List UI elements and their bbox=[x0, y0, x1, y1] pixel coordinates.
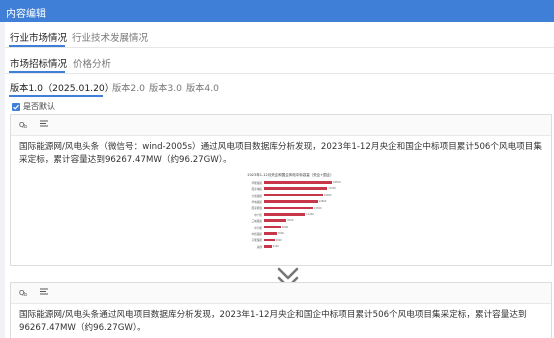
editor-original-text: 国际能源网/风电头条（微信号：wind-2005s）通过风电项目数据库分析发现，… bbox=[19, 142, 542, 165]
chart-value-label: 13300 bbox=[313, 206, 322, 210]
editor-rewritten[interactable]: Qb 国际能源网/风电头条通过风电项目数据库分析发现，2023年1-12月央企和… bbox=[10, 282, 552, 338]
chart-value-label: 6100 bbox=[287, 219, 294, 223]
chart-bar bbox=[264, 219, 287, 222]
chart-bar bbox=[264, 206, 313, 210]
chart-bar bbox=[264, 245, 272, 248]
chart-category-label: 其他 bbox=[256, 245, 262, 249]
chart-category-label: 中核集团 bbox=[251, 232, 262, 236]
chart-value-label: 14600 bbox=[318, 200, 327, 204]
tab-industry-tech[interactable]: 行业技术发展情况 bbox=[72, 30, 148, 44]
chart-category-label: 国家电投 bbox=[251, 188, 262, 192]
tab-industry-market[interactable]: 行业市场情况 bbox=[10, 30, 67, 44]
format-icon[interactable]: Qb bbox=[19, 287, 29, 299]
chart-bar bbox=[264, 187, 328, 190]
format-icon[interactable]: Qb bbox=[19, 119, 29, 131]
window-title: 内容编辑 bbox=[6, 9, 46, 20]
version-2[interactable]: 版本2.0 bbox=[112, 80, 145, 94]
chart-category-label: 中广核 bbox=[254, 213, 262, 217]
chart-bar bbox=[264, 213, 306, 216]
editor-toolbar-2: Qb bbox=[11, 283, 551, 304]
chart-category-label: 国家能源 bbox=[251, 207, 262, 211]
editor-rewritten-text: 国际能源网/风电头条通过风电项目数据库分析发现，2023年1-12月央企和国企中… bbox=[19, 310, 527, 333]
svg-text:b: b bbox=[24, 292, 27, 297]
tab-divider bbox=[5, 47, 554, 48]
chart-value-label: 2100 bbox=[272, 244, 279, 248]
chart-bar bbox=[264, 232, 277, 235]
tab-price-analysis[interactable]: 价格分析 bbox=[73, 56, 111, 70]
chart-category-label: 华能集团 bbox=[251, 181, 262, 185]
chart-value-label: 18500 bbox=[333, 180, 341, 184]
chart-value-label: 11200 bbox=[306, 212, 314, 216]
chart-value-label: 17200 bbox=[328, 187, 336, 191]
chart-bar bbox=[264, 181, 332, 184]
chart-value-label: 4600 bbox=[281, 225, 288, 229]
default-checkbox-label: 是否默认 bbox=[23, 102, 55, 111]
chart-category-label: 华电集团 bbox=[251, 200, 262, 204]
subtab-divider bbox=[5, 73, 554, 74]
editor-toolbar: Qb bbox=[11, 115, 551, 136]
window-header: 内容编辑 bbox=[0, 0, 554, 22]
tab-market-bidding[interactable]: 市场招标情况 bbox=[10, 56, 67, 70]
version-4[interactable]: 版本4.0 bbox=[186, 80, 219, 94]
chart-bar bbox=[264, 225, 281, 229]
content-panel: 行业市场情况 行业技术发展情况 市场招标情况 价格分析 版本1.0（2025.0… bbox=[5, 22, 554, 338]
chart-title: 2023年1-12月央企和国企风电中标容量（央企+国企） bbox=[247, 173, 334, 177]
align-icon[interactable] bbox=[39, 287, 49, 299]
chart-value-label: 2900 bbox=[275, 238, 282, 242]
align-icon[interactable] bbox=[39, 119, 49, 131]
chart-category-label: 三峡集团 bbox=[251, 220, 262, 224]
svg-text:b: b bbox=[24, 124, 27, 129]
chart-bar bbox=[264, 200, 318, 203]
bid-capacity-chart: 2023年1-12月央企和国企风电中标容量（央企+国企） 华能集团 18500 国家… bbox=[240, 172, 341, 262]
chart-category-label: 中节能 bbox=[254, 226, 262, 230]
version-active-indicator bbox=[9, 95, 103, 97]
chart-category-label: 京能集团 bbox=[251, 239, 262, 243]
editor-original[interactable]: Qb 国际能源网/风电头条（微信号：wind-2005s）通过风电项目数据库分析… bbox=[10, 114, 552, 266]
chart-bar bbox=[264, 238, 275, 242]
chart-category-label: 大唐集团 bbox=[251, 194, 262, 198]
chart-value-label: 16000 bbox=[323, 193, 332, 197]
chart-bar bbox=[264, 193, 323, 197]
version-3[interactable]: 版本3.0 bbox=[149, 80, 182, 94]
version-1[interactable]: 版本1.0（2025.01.20） bbox=[10, 80, 114, 94]
chart-value-label: 3500 bbox=[277, 232, 284, 236]
default-checkbox[interactable] bbox=[12, 103, 20, 111]
